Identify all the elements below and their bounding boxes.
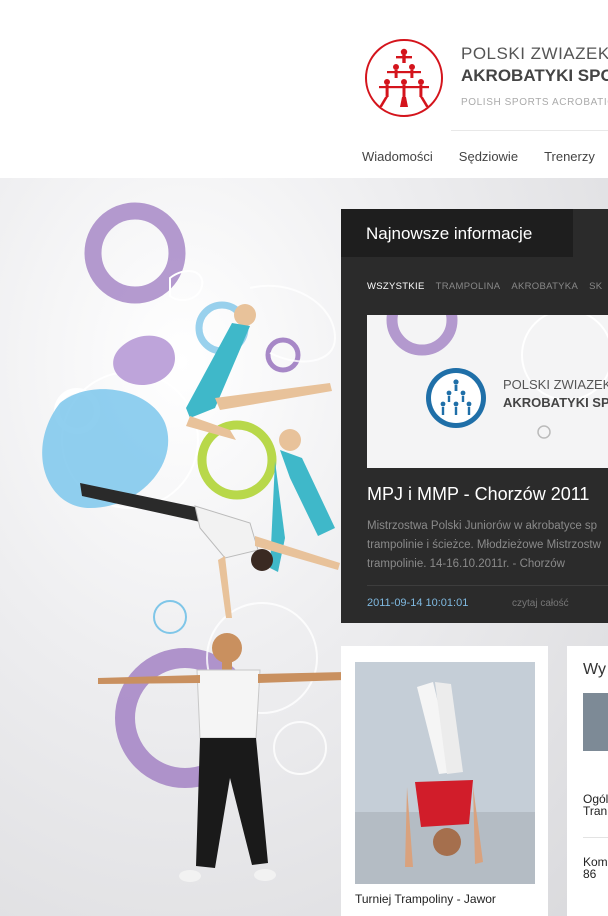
filter-trampolina[interactable]: TRAMPOLINA	[436, 281, 501, 292]
acrobat-top-figure	[186, 304, 332, 440]
results-item[interactable]: Ogól Tran	[583, 793, 608, 817]
news-headline[interactable]: MPJ i MMP - Chorzów 2011	[367, 484, 589, 505]
filter-all[interactable]: WSZYSTKIE	[367, 281, 425, 292]
news-excerpt-line: trampolinie i ścieżce. Młodzieżowe Mistr…	[367, 539, 601, 551]
main-nav: Wiadomości Sędziowie Trenerzy	[362, 149, 595, 164]
news-excerpt: Mistrzostwa Polski Juniorów w akrobatyce…	[367, 517, 608, 574]
site-header: POLSKI ZWIAZEK AKROBATYKI SPO POLISH SPO…	[0, 0, 608, 178]
results-divider	[583, 837, 608, 838]
results-card: Wy Ogól Tran Kom 86	[567, 646, 608, 916]
news-image-text-2: AKROBATYKI SPO	[503, 395, 608, 410]
results-card-title: Wy	[583, 661, 606, 678]
news-featured-image[interactable]: POLSKI ZWIAZEK AKROBATYKI SPO	[367, 315, 608, 468]
org-name-english: POLISH SPORTS ACROBATICS	[461, 97, 608, 108]
results-card-thumbnail[interactable]	[583, 693, 608, 751]
news-divider	[367, 585, 608, 586]
filter-sk[interactable]: SK	[589, 281, 602, 292]
news-filter-bar: WSZYSTKIE TRAMPOLINA AKROBATYKA SK	[367, 281, 608, 292]
results-item-text: Tran	[583, 804, 608, 818]
news-image-text-1: POLSKI ZWIAZEK	[503, 377, 608, 392]
org-name-line1: POLSKI ZWIAZEK	[461, 44, 608, 63]
news-date: 2011-09-14 10:01:01	[367, 597, 469, 609]
nav-item-trenerzy[interactable]: Trenerzy	[544, 149, 595, 164]
nav-item-wiadomosci[interactable]: Wiadomości	[362, 149, 433, 164]
nav-item-sedziowie[interactable]: Sędziowie	[459, 149, 518, 164]
filter-akrobatyka[interactable]: AKROBATYKA	[511, 281, 578, 292]
news-excerpt-line: Mistrzostwa Polski Juniorów w akrobatyce…	[367, 520, 598, 532]
federation-logo[interactable]	[365, 39, 443, 117]
read-more-link[interactable]: czytaj całość	[512, 598, 569, 609]
results-item[interactable]: Kom 86	[583, 856, 608, 880]
acrobat-handstand-figure	[80, 483, 340, 618]
org-name-line2: AKROBATYKI SPO	[461, 66, 608, 85]
results-item-text: 86	[583, 867, 597, 881]
gallery-card-image[interactable]	[355, 662, 535, 884]
header-divider	[451, 130, 608, 131]
news-excerpt-line: trampolinie. 14-16.10.2011r. - Chorzów	[367, 558, 565, 570]
gallery-card-caption[interactable]: Turniej Trampoliny - Jawor	[355, 892, 496, 906]
news-panel-title: Najnowsze informacje	[366, 224, 533, 243]
